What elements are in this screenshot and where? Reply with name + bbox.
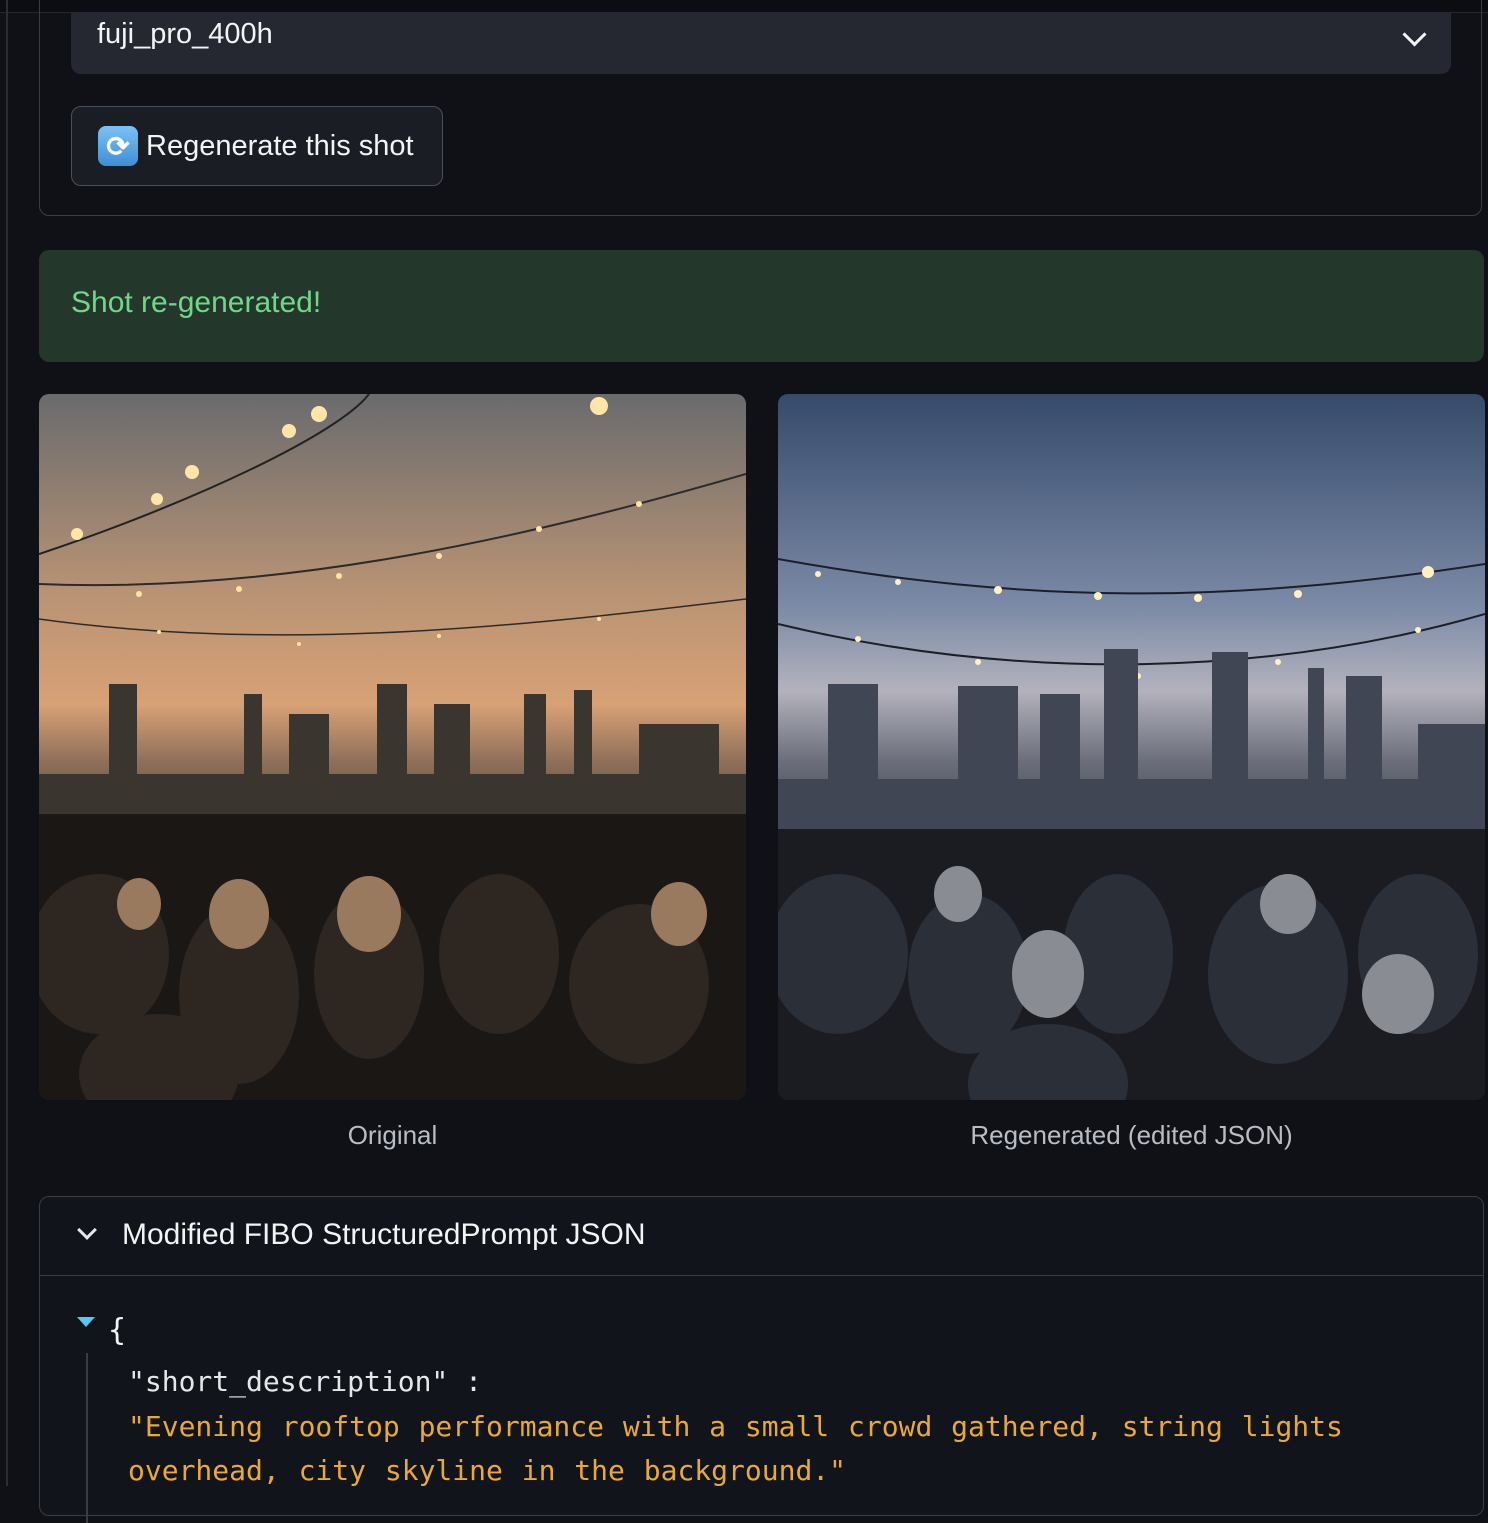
original-caption: Original bbox=[347, 1120, 438, 1150]
json-string-value: "Evening rooftop performance with a smal… bbox=[128, 1410, 1343, 1487]
chevron-down-icon[interactable] bbox=[1402, 22, 1427, 47]
json-open-brace: { bbox=[108, 1313, 127, 1348]
refresh-icon: ⟳ bbox=[98, 126, 138, 166]
regenerated-caption: Regenerated (edited JSON) bbox=[970, 1120, 1293, 1150]
original-scene bbox=[39, 394, 746, 1100]
original-image[interactable] bbox=[39, 394, 746, 1100]
film-stock-value: fuji_pro_400h bbox=[97, 18, 273, 50]
json-accordion: Modified FIBO StructuredPrompt JSON { "s… bbox=[39, 1196, 1484, 1523]
json-indent-guide bbox=[86, 1353, 88, 1523]
film-stock-select[interactable]: fuji_pro_400h bbox=[71, 12, 1451, 74]
accordion-title: Modified FIBO StructuredPrompt JSON bbox=[122, 1218, 646, 1251]
status-banner: Shot re-generated! bbox=[39, 250, 1484, 362]
json-key: "short_description" : bbox=[128, 1365, 483, 1398]
chevron-down-icon[interactable] bbox=[77, 1220, 97, 1240]
regenerate-button[interactable]: ⟳ Regenerate this shot bbox=[71, 106, 443, 186]
regenerated-scene bbox=[778, 558, 1485, 1100]
left-edge bbox=[6, 0, 8, 1486]
regenerate-button-label: Regenerate this shot bbox=[146, 129, 414, 162]
collapse-triangle-icon[interactable] bbox=[77, 1317, 95, 1327]
status-message: Shot re-generated! bbox=[71, 286, 322, 319]
accordion-header[interactable]: Modified FIBO StructuredPrompt JSON bbox=[40, 1197, 1483, 1276]
regenerated-image[interactable] bbox=[778, 394, 1485, 1100]
